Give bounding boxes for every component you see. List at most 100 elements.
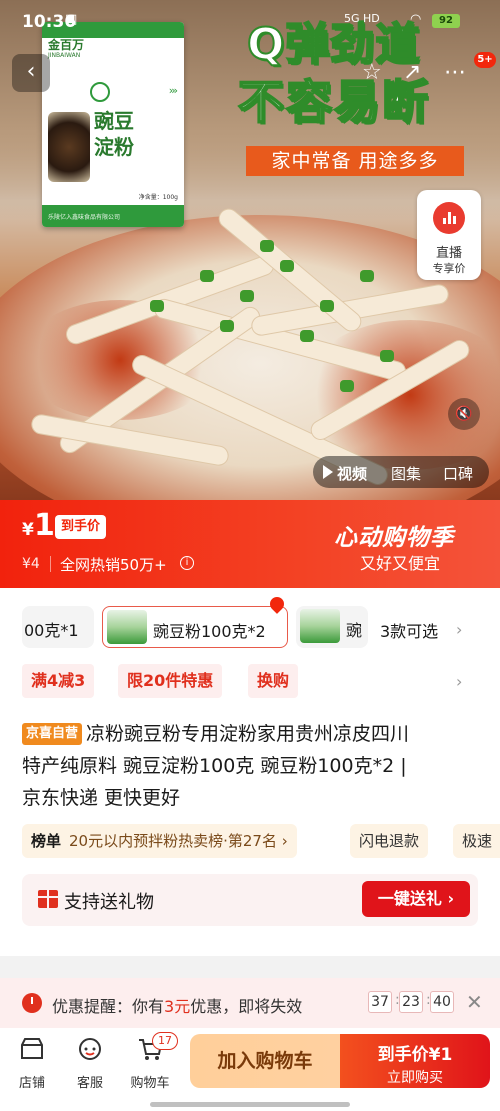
package-brand-en: JINBAIWAN — [48, 52, 81, 59]
product-hero-image[interactable]: 金百万 JINBAIWAN ››› 豌豆淀粉 净含量：100g 乐陵亿入鑫味食品… — [0, 0, 500, 500]
promo-tag[interactable]: 换购 — [248, 664, 299, 698]
tab-gallery[interactable]: 图集 — [391, 463, 421, 484]
share-icon[interactable]: ↗ — [403, 60, 421, 85]
event-subtitle: 又好又便宜 — [360, 554, 441, 573]
variant-option[interactable]: 豌 — [296, 606, 368, 648]
package-food-photo — [48, 112, 90, 182]
scallion — [360, 270, 374, 282]
add-to-cart-button[interactable]: 加入购物车 — [190, 1034, 340, 1088]
bottom-action-bar: 店铺 客服 17 购物车 加入购物车 到手价¥1 立即购买 — [0, 1028, 500, 1111]
promo-tag[interactable]: 满4减3 — [22, 664, 95, 698]
variant-option[interactable]: 00克*1 — [22, 606, 94, 648]
buy-price: 到手价¥1 — [377, 1045, 453, 1065]
store-button[interactable]: 店铺 — [12, 1036, 52, 1091]
scallion — [150, 300, 164, 312]
price-tag: 到手价 — [55, 515, 107, 539]
live-label: 直播 — [435, 246, 462, 261]
product-info-card: 00克*1 豌豆粉100克*2 豌 3款可选 › 满4减3 限20件特惠 换购 … — [0, 588, 500, 956]
chevron-right-icon[interactable]: › — [456, 620, 462, 639]
wifi-icon: ◠ — [410, 12, 422, 27]
package-net-weight: 净含量：100g — [138, 194, 178, 201]
reminder-prefix: 优惠提醒：你有 — [52, 997, 165, 1016]
variant-thumbnail — [300, 609, 340, 643]
clock-icon — [22, 993, 42, 1013]
cart-count-badge: 17 — [152, 1032, 178, 1050]
scallion — [340, 380, 354, 392]
reminder-suffix: 优惠，即将失效 — [190, 997, 303, 1016]
scallion — [380, 350, 394, 362]
scallion — [240, 290, 254, 302]
refund-badge[interactable]: 闪电退款 — [350, 824, 429, 858]
close-icon[interactable]: ✕ — [466, 990, 483, 1014]
product-title-line3: 京东快递 更快更好 — [22, 787, 181, 809]
product-title-line1: 京喜自营 凉粉豌豆粉专用淀粉家用贵州凉皮四川 — [22, 718, 409, 750]
info-icon[interactable]: i — [180, 556, 194, 570]
customer-service-button[interactable]: 客服 — [70, 1036, 110, 1091]
buy-label: 立即购买 — [387, 1070, 443, 1086]
scallion — [280, 260, 294, 272]
package-title: 豌豆淀粉 — [94, 109, 134, 159]
gift-bar: 支持送礼物 一键送礼 › — [22, 874, 478, 926]
live-icon — [433, 202, 465, 234]
scallion — [320, 300, 334, 312]
variant-thumbnail — [107, 610, 147, 644]
title-text: 凉粉豌豆粉专用淀粉家用贵州凉皮四川 — [86, 723, 410, 745]
countdown-minutes: 23 — [399, 991, 423, 1013]
variant-label: 豌豆粉100克*2 — [153, 622, 266, 641]
scallion — [300, 330, 314, 342]
send-gift-button[interactable]: 一键送礼 › — [362, 881, 470, 917]
more-icon[interactable]: ⋯ — [444, 60, 466, 85]
tab-reviews[interactable]: 口碑 — [443, 463, 473, 484]
buy-now-button[interactable]: 到手价¥1 立即购买 — [340, 1034, 490, 1088]
rank-badge[interactable]: 榜单 20元以内预拌粉热卖榜·第27名 › — [22, 824, 297, 858]
rank-text: 20元以内预拌粉热卖榜·第27名 › — [69, 832, 288, 850]
product-package: 金百万 JINBAIWAN ››› 豌豆淀粉 净含量：100g 乐陵亿入鑫味食品… — [42, 22, 184, 227]
reminder-text: 优惠提醒：你有3元优惠，即将失效 — [52, 993, 302, 1017]
app-notification-icon: ▣ — [65, 12, 78, 27]
event-title: 心动购物季 — [334, 525, 454, 551]
variant-label: 豌 — [346, 621, 363, 640]
price-banner: ¥ 1 到手价 ¥4 全网热销50万+ i 心动购物季 又好又便宜 — [0, 500, 500, 588]
media-tabs: 视频 图集 口碑 — [313, 456, 489, 488]
tab-video[interactable]: 视频 — [337, 463, 367, 484]
gift-icon — [38, 890, 58, 908]
slogan-bar: 家中常备 用途多多 — [246, 146, 464, 176]
battery-icon: 92 — [432, 14, 460, 28]
speed-badge[interactable]: 极速 — [453, 824, 500, 858]
price-currency: ¥ — [22, 520, 34, 540]
scallion — [260, 240, 274, 252]
promo-tag[interactable]: 限20件特惠 — [118, 664, 223, 698]
variant-option-selected[interactable]: 豌豆粉100克*2 — [102, 606, 288, 648]
price-divider — [50, 556, 51, 572]
message-badge: 5+ — [474, 52, 496, 68]
variant-label: 00克*1 — [24, 621, 79, 640]
package-arrows: ››› — [168, 84, 178, 97]
store-label: 店铺 — [18, 1076, 45, 1091]
countdown-seconds: 40 — [430, 991, 454, 1013]
slogan-line2: 不容易断 — [237, 74, 430, 130]
home-indicator — [150, 1102, 350, 1107]
package-manufacturer: 乐陵亿入鑫味食品有限公司 — [42, 205, 184, 227]
reminder-amount: 3元 — [164, 997, 191, 1016]
price-value: 1 — [34, 508, 55, 543]
status-bar: 10:36 ▣ 5G HD ◠ 92 — [0, 0, 500, 40]
cart-button[interactable]: 17 购物车 — [130, 1032, 178, 1091]
back-button[interactable]: ‹ — [12, 54, 50, 92]
cart-label: 购物车 — [130, 1076, 170, 1091]
play-icon — [323, 465, 333, 479]
discount-reminder: 优惠提醒：你有3元优惠，即将失效 37 : 23 : 40 ✕ — [0, 978, 500, 1028]
customer-service-label: 客服 — [76, 1076, 103, 1091]
gift-label: 支持送礼物 — [64, 892, 154, 913]
mute-icon[interactable]: 🔇 — [448, 398, 480, 430]
package-seal — [90, 82, 110, 102]
original-price: ¥4 — [22, 556, 40, 572]
variant-count[interactable]: 3款可选 — [380, 618, 438, 642]
chevron-right-icon[interactable]: › — [456, 672, 462, 691]
customer-service-icon — [79, 1038, 101, 1060]
store-icon — [21, 1038, 43, 1059]
brand-tag: 京喜自营 — [22, 723, 83, 745]
favorite-star-icon[interactable]: ☆ — [362, 60, 382, 85]
live-stream-button[interactable]: 直播 专享价 — [417, 190, 481, 280]
scallion — [200, 270, 214, 282]
product-title-line2: 特产纯原料 豌豆淀粉100克 豌豆粉100克*2 | — [22, 755, 407, 777]
